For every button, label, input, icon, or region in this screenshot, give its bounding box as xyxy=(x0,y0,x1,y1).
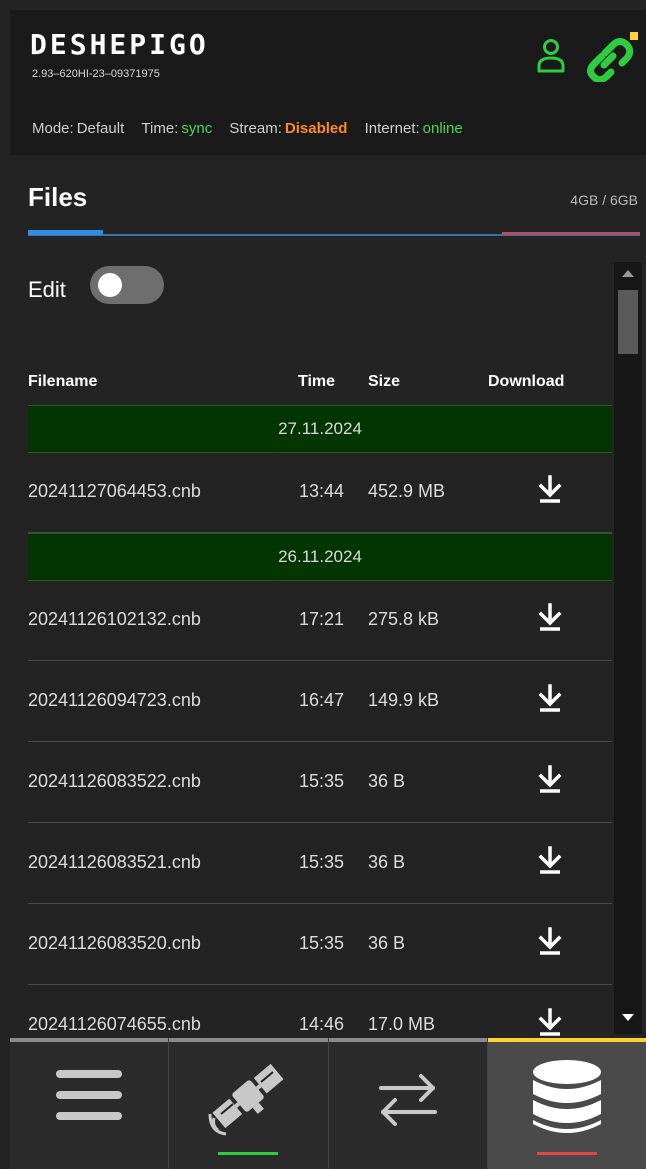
table-row: 20241126083522.cnb 15:35 36 B xyxy=(28,742,612,823)
table-row: 20241126083521.cnb 15:35 36 B xyxy=(28,823,612,904)
file-size: 36 B xyxy=(368,771,406,791)
file-name: 20241126083521.cnb xyxy=(28,852,201,872)
nav-item-satellite[interactable] xyxy=(169,1038,329,1169)
file-name: 20241126083522.cnb xyxy=(28,771,201,791)
nav-item-topline xyxy=(169,1038,328,1042)
app-header: DESHEPIGO 2.93–620HI-23–09371975 Mode: De… xyxy=(10,10,646,155)
file-time: 13:44 xyxy=(299,481,345,501)
bottom-navigation xyxy=(10,1038,646,1169)
stream-status: Stream: Disabled xyxy=(229,120,348,137)
file-name: 20241126074655.cnb xyxy=(28,1014,201,1034)
nav-item-topline xyxy=(487,1038,646,1042)
file-time: 15:35 xyxy=(299,933,345,953)
page-title: Files xyxy=(28,182,88,212)
storage-bar-end xyxy=(502,232,640,235)
scroll-thumb[interactable] xyxy=(618,290,638,354)
date-group-header: 27.11.2024 xyxy=(28,405,612,453)
menu-icon xyxy=(56,1070,123,1120)
download-arrow-icon[interactable] xyxy=(537,683,563,713)
nav-active-indicator xyxy=(536,1152,597,1155)
storage-usage: 4GB / 6GB xyxy=(570,192,638,208)
file-time: 15:35 xyxy=(299,852,345,872)
brand-logo: DESHEPIGO xyxy=(30,28,209,61)
file-name: 20241126094723.cnb xyxy=(28,690,201,710)
column-header-size: Size xyxy=(368,373,401,390)
file-size: 275.8 kB xyxy=(368,609,440,629)
download-arrow-icon[interactable] xyxy=(537,926,563,956)
file-size: 17.0 MB xyxy=(368,1014,436,1034)
edit-label: Edit xyxy=(28,277,66,302)
table-row: 20241126083520.cnb 15:35 36 B xyxy=(28,904,612,985)
internet-status: Internet: online xyxy=(364,120,463,137)
download-arrow-icon[interactable] xyxy=(537,845,563,875)
time-status: Time: sync xyxy=(141,120,213,137)
satellite-icon xyxy=(208,1063,284,1136)
download-arrow-icon[interactable] xyxy=(537,764,563,794)
nav-item-transfer[interactable] xyxy=(328,1038,488,1169)
table-row: 20241126102132.cnb 17:21 275.8 kB xyxy=(28,580,612,661)
nav-item-topline xyxy=(10,1038,169,1042)
mode-status: Mode: Default xyxy=(32,120,125,137)
table-row: 20241127064453.cnb 13:44 452.9 MB xyxy=(28,452,612,533)
file-name: 20241127064453.cnb xyxy=(28,481,201,501)
file-name: 20241126102132.cnb xyxy=(28,609,201,629)
file-size: 36 B xyxy=(368,852,406,872)
download-arrow-icon[interactable] xyxy=(537,474,563,504)
table-row: 20241126094723.cnb 16:47 149.9 kB xyxy=(28,661,612,742)
file-time: 17:21 xyxy=(299,609,345,629)
column-header-filename: Filename xyxy=(28,373,98,390)
table-row: 20241126074655.cnb 14:46 17.0 MB xyxy=(28,985,612,1037)
file-time: 16:47 xyxy=(299,690,345,710)
scrollbar[interactable] xyxy=(614,262,642,1034)
column-header-time: Time xyxy=(298,373,336,390)
nav-item-database[interactable] xyxy=(487,1038,646,1169)
firmware-version: 2.93–620HI-23–09371975 xyxy=(32,68,160,80)
user-icon[interactable] xyxy=(536,38,566,74)
edit-toggle[interactable] xyxy=(90,266,164,304)
scroll-down-arrow-icon[interactable] xyxy=(622,1014,634,1021)
column-header-download: Download xyxy=(488,373,565,390)
date-group-header: 26.11.2024 xyxy=(28,533,612,581)
database-icon xyxy=(532,1060,601,1133)
file-time: 14:46 xyxy=(299,1014,345,1034)
file-name: 20241126083520.cnb xyxy=(28,933,201,953)
storage-bar-fill xyxy=(28,230,103,235)
nav-active-indicator xyxy=(218,1152,279,1155)
file-time: 15:35 xyxy=(299,771,345,791)
download-arrow-icon[interactable] xyxy=(537,1007,563,1037)
nav-item-menu[interactable] xyxy=(10,1038,170,1169)
status-bar: Mode: Default Time: sync Stream: Disabled I… xyxy=(32,120,476,137)
transfer-arrows-icon xyxy=(378,1074,437,1126)
file-size: 149.9 kB xyxy=(368,690,440,710)
file-size: 452.9 MB xyxy=(368,481,446,501)
file-size: 36 B xyxy=(368,933,406,953)
nav-item-topline xyxy=(328,1038,487,1042)
link-icon[interactable] xyxy=(578,32,638,82)
toggle-knob xyxy=(98,273,122,297)
status-badge xyxy=(630,32,638,40)
scroll-up-arrow-icon[interactable] xyxy=(622,270,634,277)
download-arrow-icon[interactable] xyxy=(537,602,563,632)
